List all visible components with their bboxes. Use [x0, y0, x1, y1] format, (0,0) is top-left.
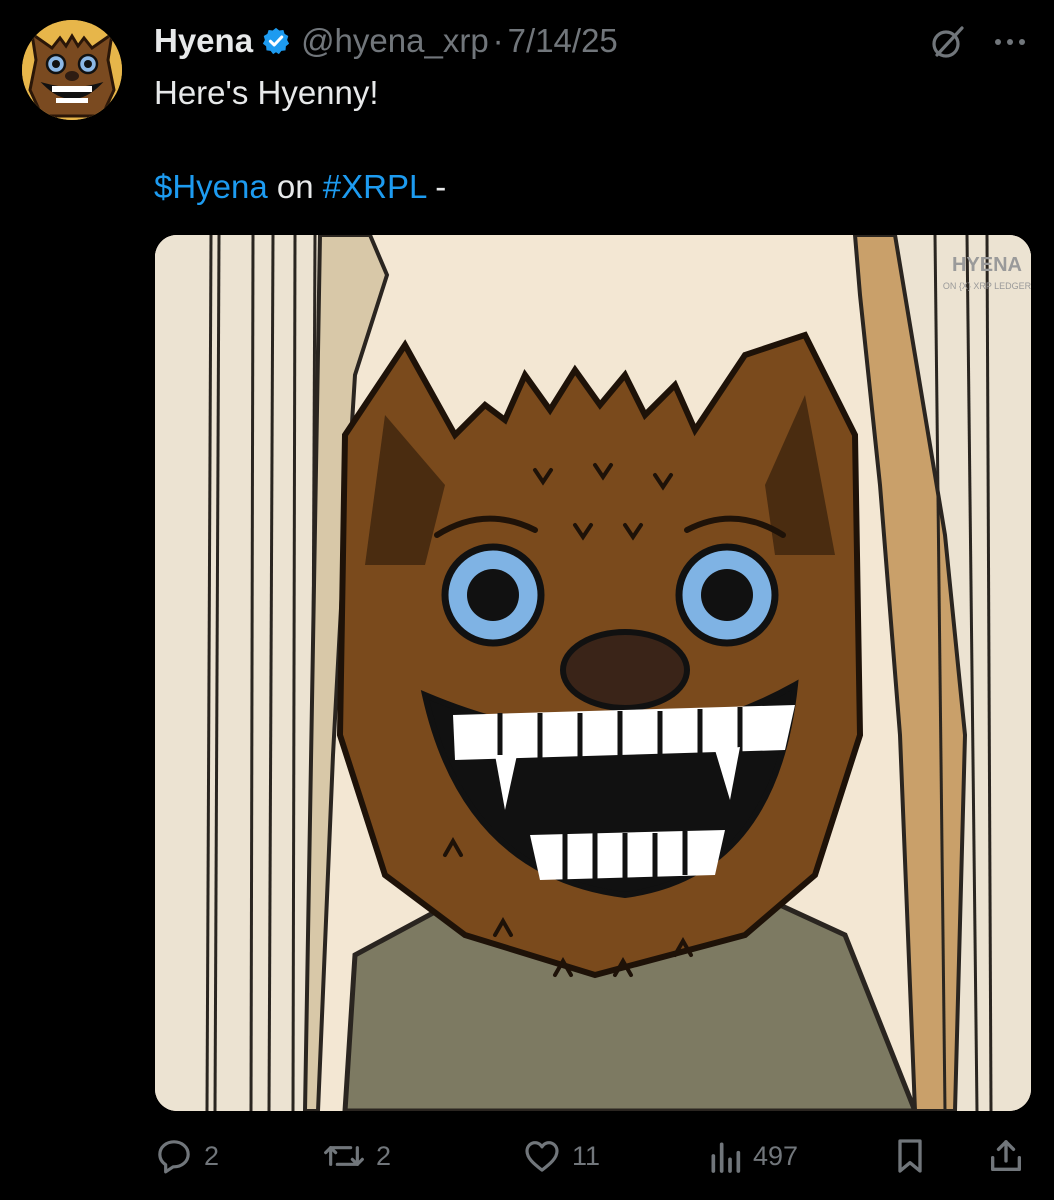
svg-text:ON {X} XRP LEDGER: ON {X} XRP LEDGER: [943, 281, 1031, 291]
views-button[interactable]: 497: [707, 1128, 798, 1184]
action-bar: 2 2 11 497: [0, 1128, 1054, 1184]
reply-button[interactable]: 2: [154, 1128, 219, 1184]
heart-icon: [522, 1136, 562, 1176]
tweet-text-dash: -: [426, 168, 447, 205]
display-name[interactable]: Hyena: [154, 22, 253, 60]
avatar[interactable]: [22, 20, 122, 120]
bookmark-button[interactable]: [892, 1128, 928, 1184]
more-icon[interactable]: [990, 24, 1030, 60]
tweet-media-image[interactable]: HYENA ON {X} XRP LEDGER: [155, 235, 1031, 1111]
tweet-header: Hyena @hyena_xrp · 7/14/25: [154, 18, 618, 64]
like-button[interactable]: 11: [522, 1128, 600, 1184]
reply-count: 2: [204, 1140, 220, 1171]
repost-count: 2: [376, 1140, 392, 1171]
view-count: 497: [753, 1140, 799, 1171]
repost-button[interactable]: 2: [322, 1128, 391, 1184]
tweet[interactable]: Hyena @hyena_xrp · 7/14/25 Here's Hyenny…: [0, 0, 1054, 1200]
bookmark-icon: [892, 1136, 928, 1176]
separator-dot: ·: [492, 22, 504, 59]
share-button[interactable]: [986, 1128, 1026, 1184]
views-icon: [707, 1136, 743, 1176]
svg-text:HYENA: HYENA: [952, 254, 1022, 276]
share-icon: [986, 1136, 1026, 1176]
verified-badge-icon: [261, 26, 291, 56]
handle[interactable]: @hyena_xrp: [301, 22, 489, 60]
timestamp[interactable]: 7/14/25: [508, 22, 618, 60]
grok-icon[interactable]: [928, 22, 968, 62]
hashtag-link[interactable]: #XRPL: [323, 168, 426, 205]
repost-icon: [322, 1136, 366, 1176]
reply-icon: [154, 1136, 194, 1176]
tweet-text: Here's Hyenny!: [154, 74, 379, 111]
tweet-text-on: on: [267, 168, 323, 205]
cashtag-link[interactable]: $Hyena: [154, 168, 268, 205]
like-count: 11: [572, 1140, 601, 1171]
tweet-text-line2: $Hyena on #XRPL -: [154, 168, 446, 206]
